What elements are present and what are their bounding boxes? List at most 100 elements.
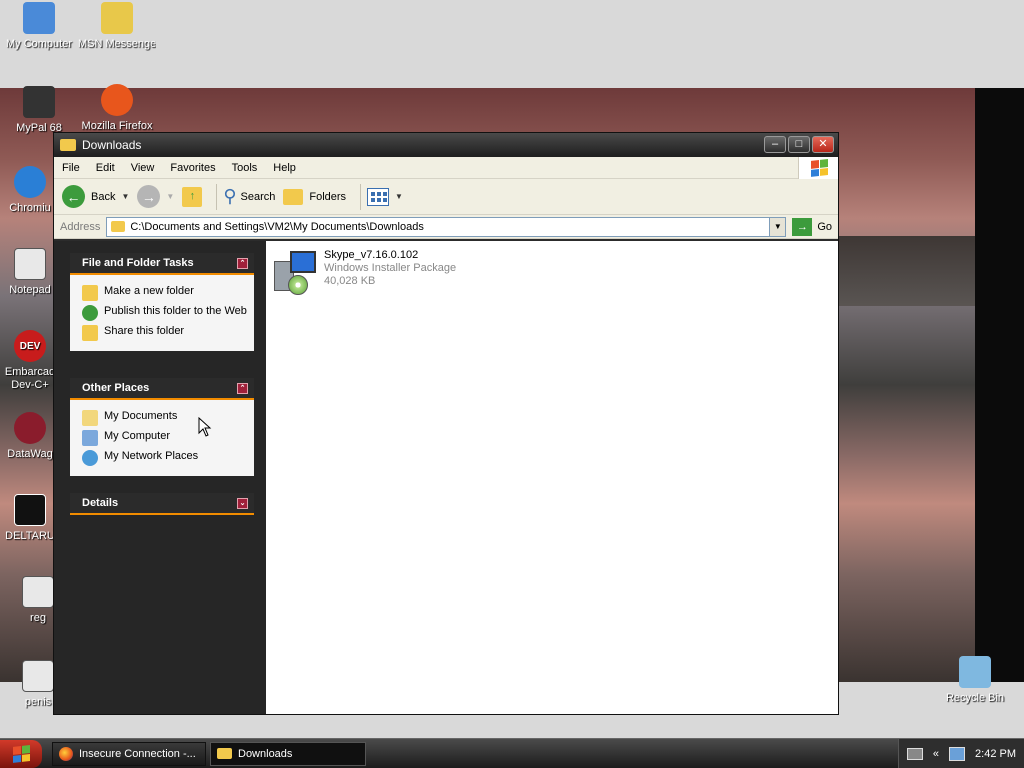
file-list[interactable]: Skype_v7.16.0.102 Windows Installer Pack… (198, 241, 838, 714)
file-item[interactable]: Skype_v7.16.0.102 Windows Installer Pack… (272, 249, 456, 297)
tray-expand-button[interactable]: « (933, 748, 939, 760)
desktop-icon-label: MSN Messenger ... (78, 38, 156, 50)
folders-icon (283, 188, 304, 205)
task-share-folder[interactable]: Share this folder (82, 325, 248, 341)
toolbar: ← Back ▼ → ▼ ↑ ⚲ Search Folders ▼ (54, 179, 838, 215)
taskbar-button-downloads[interactable]: Downloads (210, 741, 366, 766)
desktop-icon-msn-messenger[interactable]: MSN Messenger ... (78, 2, 156, 51)
chevron-down-icon[interactable]: ▼ (121, 192, 129, 201)
panel-header[interactable]: Other Places ⌃ (70, 378, 254, 400)
details-panel: Details ⌄ (70, 493, 254, 515)
back-button[interactable]: ← Back ▼ (62, 185, 129, 208)
keyboard-icon[interactable] (906, 747, 923, 760)
panel-header[interactable]: File and Folder Tasks ⌃ (70, 253, 254, 275)
clock[interactable]: 2:42 PM (975, 748, 1016, 760)
start-button[interactable] (0, 739, 42, 768)
collapse-icon[interactable]: ⌃ (237, 257, 248, 269)
place-my-computer[interactable]: My Computer (82, 430, 248, 446)
chromium-icon (14, 166, 46, 198)
forward-arrow-icon: → (137, 185, 161, 208)
close-button[interactable]: ✕ (812, 136, 834, 153)
desktop-icon-recycle-bin[interactable]: Recycle Bin (936, 656, 1014, 705)
menu-favorites[interactable]: Favorites (162, 162, 223, 174)
menu-file[interactable]: File (54, 162, 88, 174)
collapse-icon[interactable]: ⌃ (237, 382, 248, 394)
mouse-cursor-icon (198, 417, 212, 437)
toolbar-separator (360, 183, 362, 210)
go-arrow-icon: → (792, 217, 813, 236)
folders-button[interactable]: Folders (283, 188, 346, 205)
desktop-icon-firefox[interactable]: Mozilla Firefox (78, 84, 156, 133)
place-label: My Documents (104, 410, 178, 422)
task-make-new-folder[interactable]: Make a new folder (82, 285, 248, 301)
task-pane: File and Folder Tasks ⌃ Make a new folde… (54, 241, 266, 714)
address-input[interactable]: C:\Documents and Settings\VM2\My Documen… (106, 216, 771, 237)
views-button[interactable]: ▼ (367, 187, 403, 206)
deltarune-icon (14, 494, 46, 526)
address-value: C:\Documents and Settings\VM2\My Documen… (130, 220, 424, 233)
file-folder-tasks-panel: File and Folder Tasks ⌃ Make a new folde… (70, 253, 254, 351)
panel-body: My Documents My Computer My Network Plac… (70, 400, 254, 476)
desktop-icon-label: Notepad (9, 284, 51, 296)
installer-package-icon (272, 249, 320, 297)
network-status-icon[interactable] (949, 746, 966, 761)
panel-title: Other Places (82, 382, 150, 394)
new-folder-icon (82, 285, 98, 301)
toolbar-separator (216, 183, 218, 210)
desktop-icon-mypal[interactable]: MyPal 68 (0, 86, 78, 135)
expand-icon[interactable]: ⌄ (237, 497, 248, 509)
desktop-icon-devcpp[interactable]: DEV Embarcad Dev-C+ (0, 330, 60, 392)
panel-body: Make a new folder Publish this folder to… (70, 275, 254, 351)
taskbar-button-label: Insecure Connection -... (79, 747, 196, 760)
devcpp-icon: DEV (14, 330, 46, 362)
publish-web-icon (82, 305, 98, 321)
desktop-icon-datawagon[interactable]: DataWag (0, 412, 60, 461)
folder-icon (60, 139, 76, 151)
taskbar-button-firefox[interactable]: Insecure Connection -... (52, 741, 206, 766)
address-dropdown[interactable]: ▼ (770, 216, 787, 237)
forward-button[interactable]: → ▼ (137, 185, 174, 208)
task-label: Share this folder (104, 325, 185, 337)
windows-flag-icon (13, 744, 30, 763)
mypal-icon (23, 86, 55, 118)
address-label: Address (60, 220, 101, 233)
maximize-button[interactable]: □ (788, 136, 810, 153)
desktop-icon-chromium[interactable]: Chromiu (0, 166, 60, 215)
title-bar[interactable]: Downloads – □ ✕ (54, 133, 838, 157)
windows-flag-icon (810, 158, 828, 177)
go-button[interactable]: → Go (792, 217, 832, 236)
desktop-icon-my-computer[interactable]: My Computer (0, 2, 78, 51)
place-network[interactable]: My Network Places (82, 450, 248, 466)
place-label: My Network Places (104, 450, 199, 462)
panel-header[interactable]: Details ⌄ (70, 493, 254, 515)
my-computer-icon (82, 430, 98, 446)
desktop-icon-label: DELTARU (5, 530, 55, 542)
window-controls: – □ ✕ (764, 136, 834, 153)
explorer-window: Downloads – □ ✕ File Edit View Favorites… (53, 132, 839, 715)
desktop-icon-label: Embarcad Dev-C+ (4, 366, 56, 391)
back-arrow-icon: ← (62, 185, 85, 208)
place-my-documents[interactable]: My Documents (82, 410, 248, 426)
task-publish-web[interactable]: Publish this folder to the Web (82, 305, 248, 321)
wallpaper-edge (975, 88, 1024, 682)
recycle-bin-icon (959, 656, 991, 688)
panel-title: File and Folder Tasks (82, 257, 194, 269)
desktop-icon-label: Recycle Bin (945, 692, 1005, 704)
minimize-button[interactable]: – (764, 136, 786, 153)
my-documents-icon (82, 410, 98, 426)
firefox-icon (101, 84, 133, 116)
go-label: Go (817, 220, 832, 233)
desktop-icon-deltarune[interactable]: DELTARU (0, 494, 60, 543)
share-folder-icon (82, 325, 98, 341)
menu-view[interactable]: View (123, 162, 163, 174)
desktop-icon-notepad[interactable]: Notepad (0, 248, 60, 297)
menu-help[interactable]: Help (265, 162, 304, 174)
content-area: File and Folder Tasks ⌃ Make a new folde… (54, 241, 838, 714)
menu-tools[interactable]: Tools (224, 162, 266, 174)
task-label: Publish this folder to the Web (104, 305, 247, 317)
search-button[interactable]: ⚲ Search (223, 186, 275, 207)
network-places-icon (82, 450, 98, 466)
menu-edit[interactable]: Edit (88, 162, 123, 174)
up-button[interactable]: ↑ (182, 186, 203, 207)
firefox-icon (59, 746, 73, 761)
